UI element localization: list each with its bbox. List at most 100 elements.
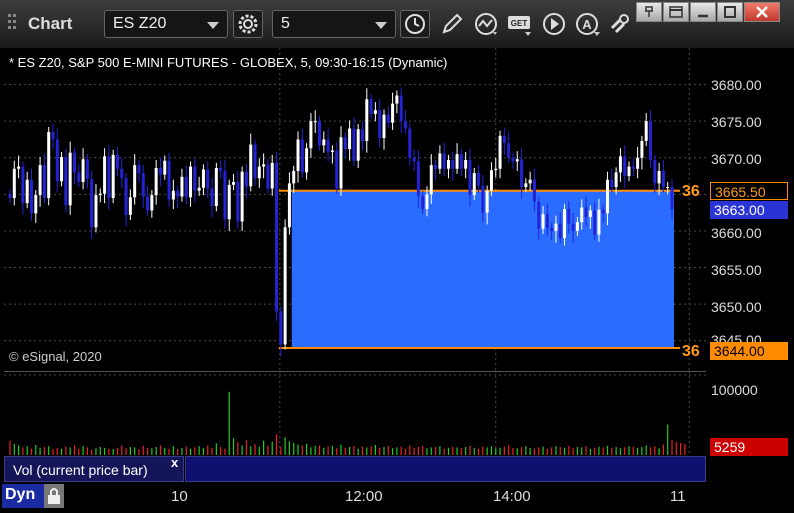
candle-body bbox=[360, 129, 364, 141]
symbol-select[interactable]: ES Z20 bbox=[104, 10, 228, 38]
get-data-button[interactable]: GET bbox=[506, 10, 534, 38]
candle-body bbox=[369, 99, 373, 114]
alerts-button[interactable]: A bbox=[574, 10, 602, 38]
candle-body bbox=[305, 148, 309, 173]
candle-body bbox=[352, 128, 356, 161]
candle-body bbox=[232, 181, 236, 185]
candle-body bbox=[128, 197, 132, 215]
lock-button[interactable] bbox=[44, 484, 64, 508]
candle-body bbox=[313, 121, 317, 123]
candle-body bbox=[429, 165, 433, 195]
candle-body bbox=[201, 169, 205, 188]
interval-select[interactable]: 5 bbox=[272, 10, 396, 38]
candle-body bbox=[459, 154, 463, 169]
price-scale[interactable]: 3680.00 3675.00 3670.00 3660.00 3655.00 … bbox=[707, 48, 794, 370]
candle-body bbox=[661, 170, 665, 188]
candle-body bbox=[81, 159, 85, 182]
volume-scale[interactable]: 100000 5259 bbox=[707, 371, 794, 456]
candle-body bbox=[438, 153, 442, 169]
minimize-button[interactable] bbox=[690, 2, 716, 22]
candle-body bbox=[275, 162, 279, 312]
candle-body bbox=[29, 179, 33, 214]
play-icon bbox=[543, 13, 565, 35]
pencil-icon bbox=[442, 13, 463, 34]
dock-button[interactable] bbox=[663, 2, 689, 22]
candle-body bbox=[537, 201, 541, 229]
price-tick: 3680.00 bbox=[711, 77, 762, 93]
candle-body bbox=[520, 159, 524, 188]
candle-body bbox=[34, 195, 38, 214]
volume-study-label: Vol (current price bar) bbox=[13, 462, 148, 478]
current-volume-label: 5259 bbox=[710, 438, 788, 456]
draw-tool-button[interactable] bbox=[438, 10, 466, 38]
link-button[interactable] bbox=[606, 10, 634, 38]
time-tick: 11 bbox=[670, 488, 686, 505]
candle-body bbox=[115, 154, 119, 169]
candle-body bbox=[571, 223, 575, 231]
candle-body bbox=[292, 170, 296, 184]
candle-body bbox=[391, 103, 395, 123]
candle-body bbox=[244, 171, 248, 187]
volume-tick: 100000 bbox=[711, 382, 758, 398]
pin-button[interactable] bbox=[636, 2, 662, 22]
candle-body bbox=[511, 157, 515, 162]
candle-body bbox=[154, 168, 158, 196]
symbol-settings-button[interactable] bbox=[233, 10, 263, 38]
candle-body bbox=[567, 209, 571, 224]
candle-body bbox=[249, 144, 253, 187]
time-template-button[interactable] bbox=[400, 10, 430, 38]
studies-button[interactable] bbox=[472, 10, 500, 38]
volume-legend-bar bbox=[185, 456, 706, 482]
candle-body bbox=[55, 139, 59, 182]
candle-body bbox=[399, 95, 403, 122]
symbol-value: ES Z20 bbox=[113, 15, 167, 32]
candle-body bbox=[545, 214, 549, 229]
candle-body bbox=[146, 196, 150, 211]
maximize-button[interactable] bbox=[717, 2, 743, 22]
candle-body bbox=[150, 195, 154, 211]
candle-body bbox=[197, 187, 201, 191]
candle-body bbox=[597, 209, 601, 235]
candle-body bbox=[98, 193, 102, 196]
price-chart[interactable] bbox=[4, 48, 706, 370]
drag-grip-icon[interactable] bbox=[8, 12, 20, 34]
candle-body bbox=[588, 210, 592, 218]
candle-body bbox=[189, 166, 193, 198]
candle-body bbox=[206, 169, 210, 189]
candle-body bbox=[17, 166, 21, 169]
candle-body bbox=[12, 168, 16, 199]
close-button[interactable] bbox=[744, 2, 780, 22]
candle-body bbox=[584, 207, 588, 218]
candle-body bbox=[94, 195, 98, 228]
candle-body bbox=[653, 159, 657, 184]
chevron-down-icon bbox=[207, 22, 219, 29]
replay-button[interactable] bbox=[540, 10, 568, 38]
candle-body bbox=[253, 144, 257, 179]
candle-body bbox=[64, 157, 68, 206]
volume-chart[interactable] bbox=[4, 371, 706, 455]
candle-body bbox=[21, 166, 25, 204]
price-tick: 3675.00 bbox=[711, 114, 762, 130]
candle-body bbox=[124, 178, 128, 215]
dynamic-mode-button[interactable]: Dyn bbox=[2, 484, 44, 508]
candle-body bbox=[210, 188, 214, 207]
candle-body bbox=[606, 179, 610, 214]
candle-body bbox=[575, 222, 579, 231]
svg-text:GET: GET bbox=[511, 19, 528, 28]
candle-body bbox=[163, 160, 167, 175]
candle-body bbox=[593, 210, 597, 235]
candle-body bbox=[85, 159, 89, 179]
candle-body bbox=[666, 187, 670, 189]
time-tick: 12:00 bbox=[345, 488, 383, 505]
volume-close-icon[interactable]: x bbox=[171, 455, 178, 470]
volume-study-legend[interactable]: Vol (current price bar) bbox=[4, 456, 184, 482]
candle-body bbox=[296, 139, 300, 171]
candle-body bbox=[270, 162, 274, 189]
candle-body bbox=[283, 227, 287, 345]
candle-body bbox=[343, 137, 347, 149]
candle-body bbox=[120, 168, 124, 179]
candle-body bbox=[219, 168, 223, 171]
candle-body bbox=[494, 168, 498, 171]
candle-body bbox=[421, 195, 425, 209]
candle-body bbox=[412, 157, 416, 162]
